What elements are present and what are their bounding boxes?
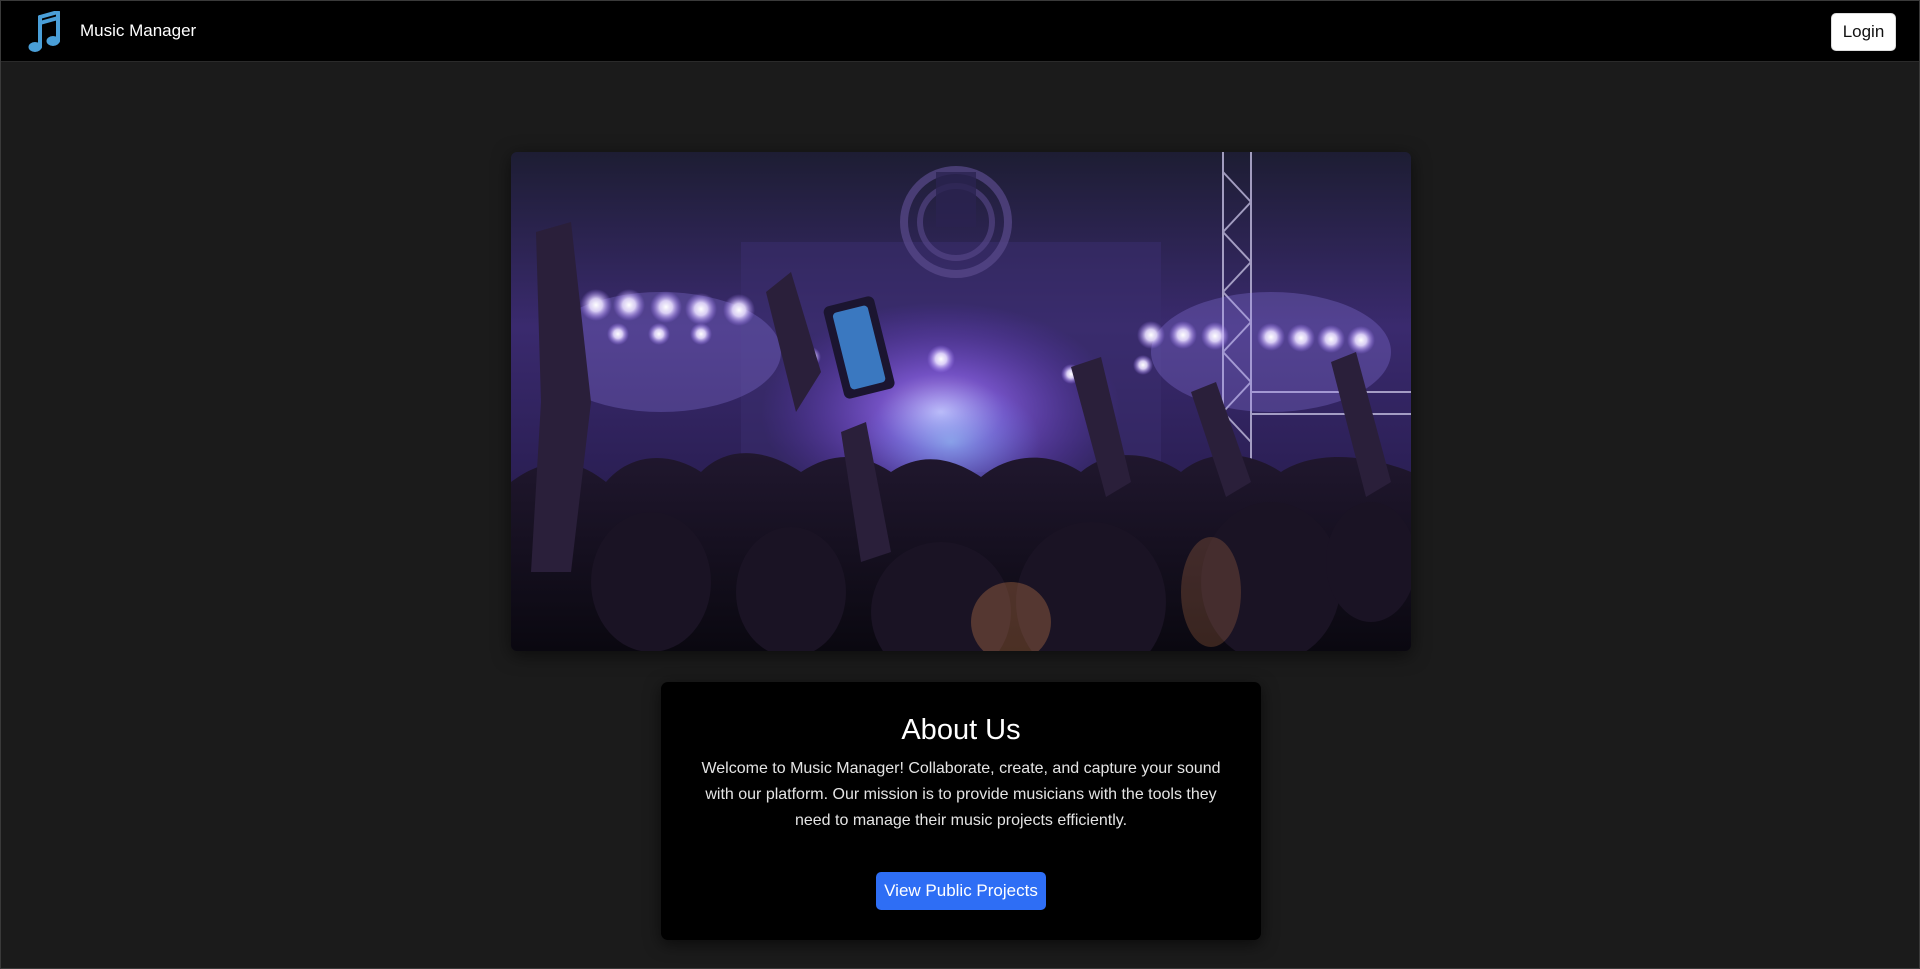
app-title: Music Manager: [80, 20, 197, 40]
login-button[interactable]: Login: [1831, 13, 1896, 51]
about-description: Welcome to Music Manager! Collaborate, c…: [701, 760, 1221, 829]
top-navbar: Music Manager Login: [1, 1, 1919, 62]
hero-image: [511, 152, 1411, 651]
view-public-projects-button[interactable]: View Public Projects: [876, 872, 1046, 910]
music-note-icon: [28, 11, 60, 52]
about-card: About Us Welcome to Music Manager! Colla…: [661, 682, 1261, 940]
app-window: Music Manager Login About Us Welcome to …: [0, 0, 1920, 969]
brand-link[interactable]: Music Manager: [28, 11, 196, 53]
about-heading: About Us: [901, 714, 1021, 746]
